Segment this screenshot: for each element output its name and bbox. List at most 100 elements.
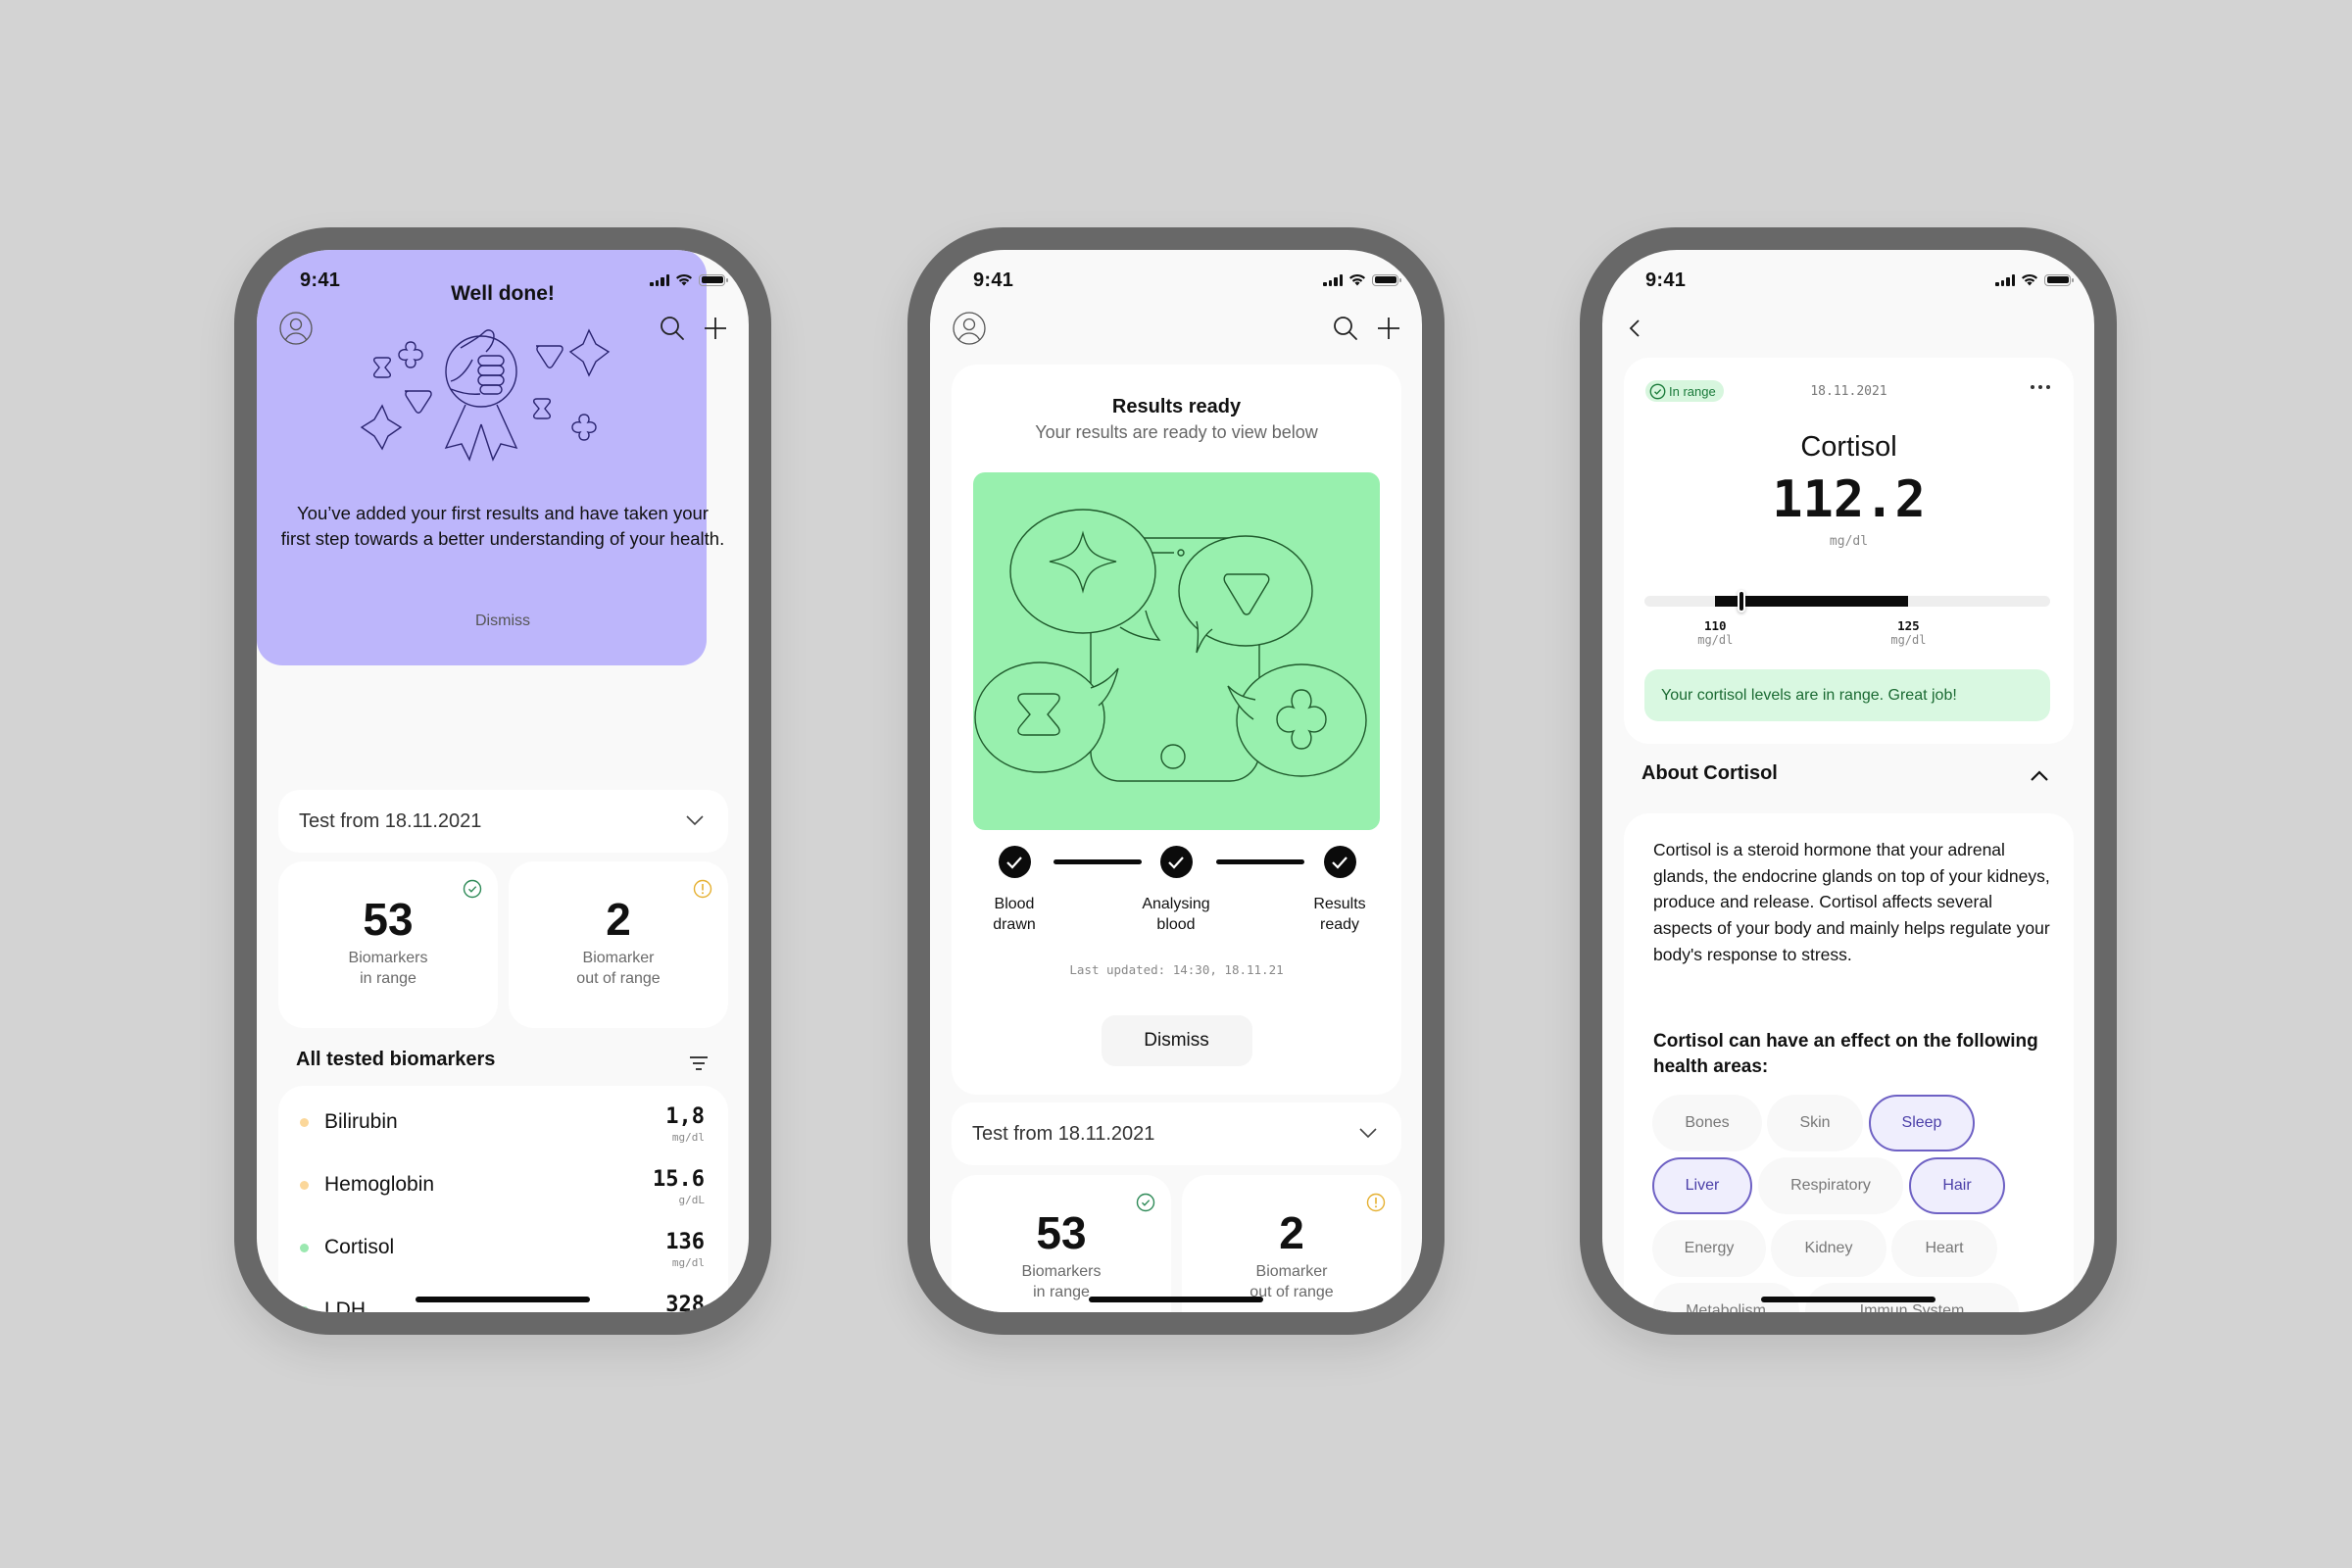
test-date: 18.11.2021 [1810,384,1887,399]
more-options-icon[interactable] [2029,382,2052,392]
health-area-tag-skin[interactable]: Skin [1767,1095,1863,1152]
biomarkers-section-title: All tested biomarkers [296,1049,496,1070]
check-icon [998,846,1031,878]
biomarker-row[interactable]: Bilirubin 1,8 mg/dl [278,1091,728,1153]
results-ready-card: Results ready Your results are ready to … [952,365,1401,1095]
chevron-up-icon[interactable] [2030,769,2049,783]
biomarker-row[interactable]: LDH 328 [278,1279,728,1312]
test-date-label: Test from 18.11.2021 [972,1123,1155,1145]
welcome-message: You’ve added your first results and have… [280,503,725,549]
range-bar [1644,590,2050,612]
status-time: 9:41 [1645,270,1687,291]
wifi-icon [2022,273,2037,286]
home-indicator[interactable] [416,1297,590,1302]
in-range-count: 53 [1036,1207,1087,1258]
step-results-ready: Results ready [1281,846,1398,935]
test-date-dropdown[interactable]: Test from 18.11.2021 [952,1102,1401,1165]
status-indicators [1995,273,2074,286]
range-high-label: 125 mg/dl [1890,618,1927,647]
chevron-down-icon [1359,1128,1377,1139]
stat-card-out-of-range[interactable]: 2 Biomarker out of range [509,861,728,1028]
biomarker-value: 328 [665,1293,705,1312]
about-card: Cortisol is a steroid hormone that your … [1624,813,2074,1312]
in-range-count: 53 [363,894,414,945]
health-area-tag-kidney[interactable]: Kidney [1771,1220,1886,1277]
back-chevron-icon[interactable] [1624,315,1647,342]
profile-avatar-icon[interactable] [953,312,986,345]
biomarker-list: Bilirubin 1,8 mg/dl Hemoglobin 15.6 g/dL… [278,1086,728,1312]
add-icon[interactable] [1375,315,1402,342]
health-area-tag-bones[interactable]: Bones [1652,1095,1762,1152]
biomarker-name: Bilirubin [324,1110,398,1133]
home-indicator[interactable] [1761,1297,1936,1302]
health-area-tag-sleep[interactable]: Sleep [1869,1095,1975,1152]
biomarker-row[interactable]: Hemoglobin 15.6 g/dL [278,1153,728,1216]
out-of-range-count: 2 [1279,1207,1304,1258]
in-range-message: Your cortisol levels are in range. Great… [1644,669,2050,721]
dismiss-results-button[interactable]: Dismiss [1101,1015,1252,1066]
phone-screen: 9:41 Results ready Your results are read… [930,250,1422,1312]
in-range-label: Biomarkers in range [348,950,428,987]
phone-frame-home-welcome: 9:41 Well done! You’ve added your first … [234,227,771,1335]
biomarker-row[interactable]: Cortisol 136 mg/dl [278,1216,728,1279]
out-of-range-count: 2 [606,894,631,945]
top-nav [930,305,1422,352]
search-icon[interactable] [659,315,686,342]
biomarker-value: 15.6 [653,1167,705,1192]
stat-card-out-of-range[interactable]: 2 Biomarker out of range [1182,1175,1401,1312]
home-indicator[interactable] [1089,1297,1263,1302]
status-time: 9:41 [973,270,1014,291]
biomarker-name: Cortisol [1800,431,1897,463]
out-of-range-label: Biomarker out of range [576,950,661,987]
step-analysing-blood: Analysing blood [1117,846,1235,935]
wifi-icon [1349,273,1365,286]
phone-frame-results-ready: 9:41 Results ready Your results are read… [907,227,1445,1335]
last-updated-text: Last updated: 14:30, 18.11.21 [1069,962,1284,977]
search-icon[interactable] [1332,315,1359,342]
biomarker-unit: mg/dl [1829,534,1869,549]
test-date-dropdown[interactable]: Test from 18.11.2021 [278,790,728,853]
health-areas-heading: Cortisol can have an effect on the follo… [1653,1031,2038,1077]
status-dot [300,1118,309,1127]
profile-avatar-icon[interactable] [279,312,313,345]
biomarker-detail-card: In range 18.11.2021 Cortisol 112.2 mg/dl… [1624,358,2074,744]
progress-steps: Blood drawn Analysing blood Results ready [952,846,1401,954]
status-indicators [1323,273,1401,286]
results-title: Results ready [1111,396,1242,417]
phone-speech-bubbles-illustration [974,509,1367,782]
check-icon [1323,846,1356,878]
health-area-tag-liver[interactable]: Liver [1652,1157,1752,1214]
biomarker-unit: g/dL [678,1194,706,1206]
health-area-tag-heart[interactable]: Heart [1891,1220,1997,1277]
health-area-tag-hair[interactable]: Hair [1909,1157,2005,1214]
thumbs-up-medal-illustration [360,328,611,462]
phone-frame-biomarker-detail: 9:41 In range 18.11.2021 Cortisol 112.2 … [1580,227,2117,1335]
top-nav [1602,305,2094,352]
health-area-tag-respiratory[interactable]: Respiratory [1758,1157,1903,1214]
status-bar: 9:41 [1602,250,2094,309]
status-dot [300,1306,309,1312]
status-dot [300,1244,309,1252]
signal-icon [1995,273,2015,286]
about-description: Cortisol is a steroid hormone that your … [1653,840,2050,964]
add-icon[interactable] [702,315,729,342]
stat-card-in-range[interactable]: 53 Biomarkers in range [952,1175,1171,1312]
health-area-tag-energy[interactable]: Energy [1652,1220,1766,1277]
about-section-title[interactable]: About Cortisol [1642,762,1778,785]
status-bar: 9:41 [930,250,1422,309]
stat-card-in-range[interactable]: 53 Biomarkers in range [278,861,498,1028]
biomarker-name: LDH [324,1298,367,1312]
chevron-down-icon [686,815,704,826]
biomarker-name: Cortisol [324,1236,395,1258]
results-illustration [973,472,1380,830]
phone-screen: 9:41 Well done! You’ve added your first … [257,250,749,1312]
results-subtitle: Your results are ready to view below [1035,422,1318,442]
welcome-title: Well done! [451,282,555,305]
biomarker-unit: mg/dl [671,1131,705,1144]
step-blood-drawn: Blood drawn [956,846,1073,935]
dismiss-welcome-button[interactable]: Dismiss [257,612,749,630]
filter-icon[interactable] [688,1055,710,1071]
biomarker-value: 136 [665,1230,705,1254]
battery-icon [1372,273,1401,286]
value-marker [1738,590,1746,612]
